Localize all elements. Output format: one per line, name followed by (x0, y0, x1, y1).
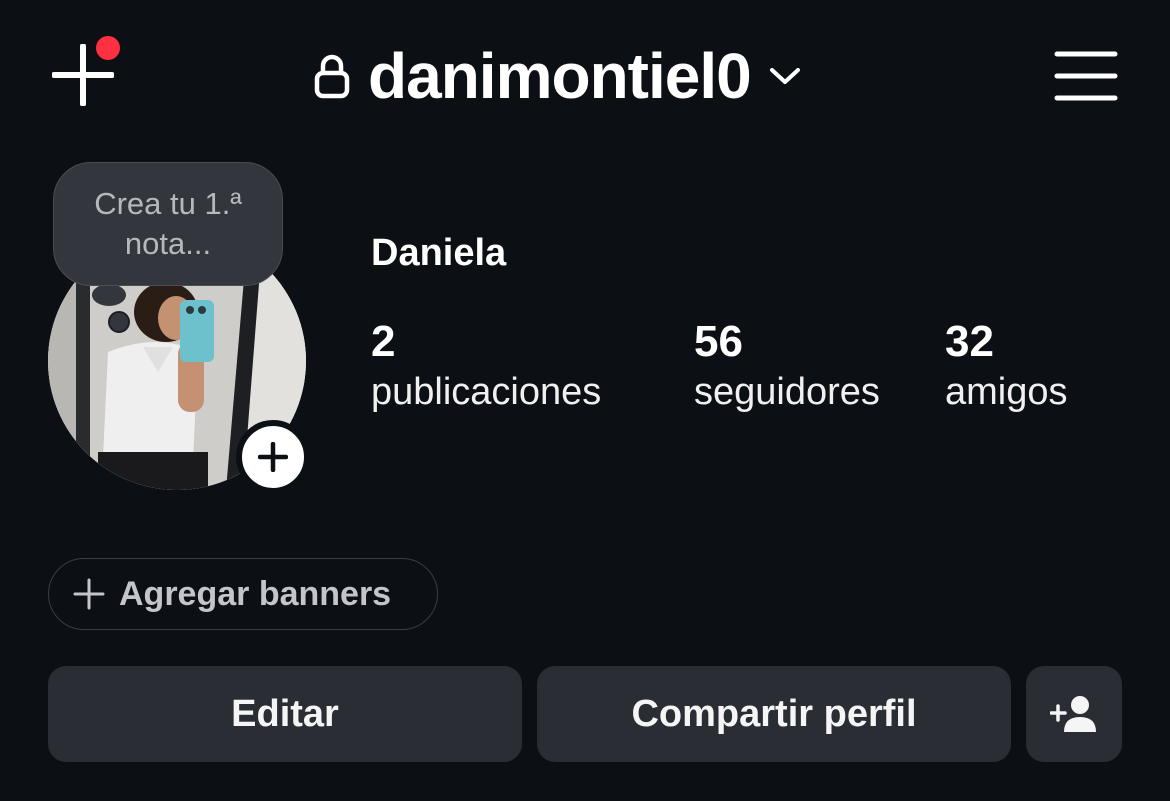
hamburger-menu-icon (1054, 51, 1118, 101)
menu-button[interactable] (1054, 50, 1118, 102)
plus-icon (258, 442, 288, 472)
add-story-button[interactable] (236, 420, 310, 494)
discover-people-button[interactable] (1026, 666, 1122, 762)
plus-icon (73, 578, 105, 610)
lock-icon (314, 54, 350, 99)
add-person-icon (1050, 696, 1096, 732)
stat-followers[interactable]: 56 seguidores (694, 318, 880, 418)
stat-value: 32 (945, 317, 994, 366)
display-name: Daniela (371, 232, 507, 274)
profile-screen: danimontiel0 Crea tu 1.ª nota... Daniela… (0, 0, 1170, 801)
stat-label: publicaciones (371, 371, 602, 413)
notification-dot (96, 36, 120, 60)
stat-value: 2 (371, 317, 396, 366)
create-button[interactable] (52, 36, 120, 106)
stat-posts[interactable]: 2 publicaciones (371, 318, 601, 418)
stat-value: 56 (694, 317, 743, 366)
note-bubble[interactable]: Crea tu 1.ª nota... (53, 162, 283, 286)
username: danimontiel0 (368, 40, 752, 112)
note-bubble-tail-dot (108, 311, 130, 333)
stat-label: amigos (945, 371, 1068, 413)
share-profile-button[interactable]: Compartir perfil (537, 666, 1011, 762)
note-bubble-tail (92, 284, 126, 306)
note-prompt: Crea tu 1.ª nota... (94, 186, 242, 261)
edit-profile-button[interactable]: Editar (48, 666, 522, 762)
account-switcher[interactable]: danimontiel0 (314, 34, 801, 118)
add-banners-button[interactable]: Agregar banners (48, 558, 438, 630)
stat-label: seguidores (694, 371, 880, 413)
stat-friends[interactable]: 32 amigos (945, 318, 1068, 418)
chevron-down-icon (769, 68, 800, 84)
add-banners-label: Agregar banners (119, 574, 392, 613)
